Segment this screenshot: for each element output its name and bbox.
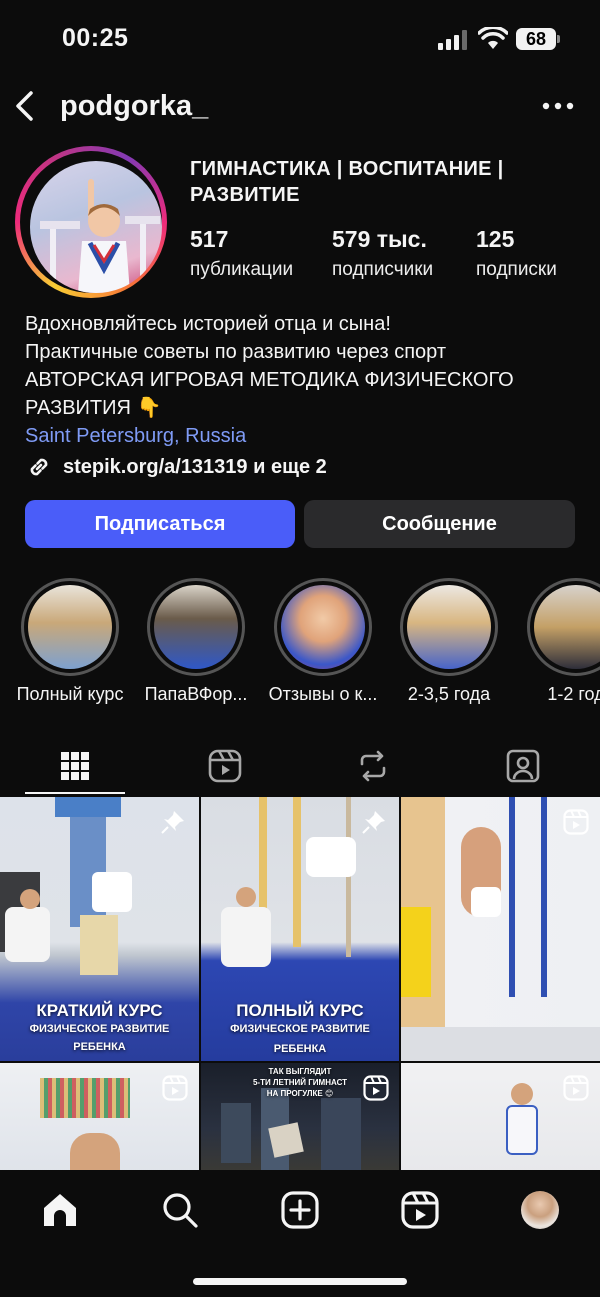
highlight-item[interactable]: 2-3,5 года	[389, 578, 509, 705]
battery-icon: 68	[516, 28, 556, 50]
pin-icon	[161, 811, 184, 834]
bio-line: РАЗВИТИЯ 👇	[25, 397, 162, 419]
post-caption-subtitle: РЕБЕНКА	[73, 1041, 126, 1053]
highlight-item[interactable]: 1-2 год	[516, 578, 600, 705]
highlight-cover	[154, 585, 238, 669]
search-icon	[163, 1193, 198, 1228]
link-icon	[30, 458, 48, 476]
nav-create[interactable]	[278, 1188, 322, 1232]
message-button[interactable]: Сообщение	[304, 500, 575, 548]
nav-search[interactable]	[158, 1188, 202, 1232]
highlight-cover	[534, 585, 600, 669]
bio-line: Вдохновляйтесь историей отца и сына!	[25, 313, 391, 335]
reel-badge-icon	[563, 809, 589, 835]
active-tab-indicator	[25, 792, 125, 794]
highlight-label: Полный курс	[16, 684, 124, 704]
highlight-cover	[407, 585, 491, 669]
highlight-cover	[28, 585, 112, 669]
post-thumbnail[interactable]	[401, 797, 600, 1061]
follow-button[interactable]: Подписаться	[25, 500, 295, 548]
posts-grid: КРАТКИЙ КУРС ФИЗИЧЕСКОЕ РАЗВИТИЕ РЕБЕНКА…	[0, 797, 600, 1170]
highlight-cover	[281, 585, 365, 669]
stat-followers[interactable]: 579 тыс. подписчики	[332, 226, 433, 281]
tab-posts-grid[interactable]	[0, 738, 150, 794]
profile-avatar[interactable]	[30, 161, 162, 293]
profile-link-text[interactable]: stepik.org/a/131319 и еще 2	[63, 456, 327, 479]
profile-link[interactable]: stepik.org/a/131319 и еще 2	[25, 452, 327, 482]
reel-badge-icon	[363, 1075, 389, 1101]
highlight-label: 2-3,5 года	[407, 684, 491, 704]
tab-reposts[interactable]	[298, 738, 448, 794]
post-caption-subtitle: ФИЗИЧЕСКОЕ РАЗВИТИЕ	[230, 1023, 370, 1035]
stat-followers-count: 579 тыс.	[332, 226, 427, 252]
reels-icon	[401, 1191, 439, 1229]
bio-line: АВТОРСКАЯ ИГРОВАЯ МЕТОДИКА ФИЗИЧЕСКОГО	[25, 369, 514, 391]
profile-avatar-small	[521, 1191, 559, 1229]
add-post-icon	[281, 1191, 319, 1229]
home-icon	[44, 1194, 76, 1226]
nav-home[interactable]	[38, 1188, 82, 1232]
pin-icon	[362, 811, 385, 834]
stat-following-label: подписки	[476, 259, 557, 280]
post-caption-title: КРАТКИЙ КУРС	[36, 1001, 163, 1020]
highlight-label: Отзывы о к...	[268, 684, 378, 704]
home-indicator	[193, 1278, 407, 1285]
cellular-signal-icon	[438, 30, 467, 50]
battery-tip	[557, 35, 560, 43]
story-ring[interactable]	[15, 146, 167, 298]
highlight-item[interactable]: ПапаВФор...	[136, 578, 256, 705]
post-thumbnail[interactable]: ТАК ВЫГЛЯДИТ 5-ТИ ЛЕТНИЙ ГИМНАСТ НА ПРОГ…	[201, 1063, 399, 1170]
back-arrow-icon[interactable]	[10, 88, 40, 124]
tagged-person-icon	[506, 749, 540, 783]
stat-following[interactable]: 125 подписки	[476, 226, 557, 281]
more-options-icon[interactable]	[540, 96, 576, 116]
grid-icon	[61, 752, 89, 780]
post-thumbnail[interactable]: ПОЛНЫЙ КУРС ФИЗИЧЕСКОЕ РАЗВИТИЕ РЕБЕНКА	[201, 797, 399, 1061]
profile-display-name: ГИМНАСТИКА | ВОСПИТАНИЕ | РАЗВИТИЕ	[190, 158, 504, 206]
profile-username: podgorka_	[60, 90, 209, 122]
stat-posts-label: публикации	[190, 259, 294, 280]
post-caption-subtitle: РЕБЕНКА	[273, 1043, 327, 1055]
highlight-label: ПапаВФор...	[144, 684, 248, 704]
post-thumbnail[interactable]	[401, 1063, 600, 1170]
post-caption-title: ПОЛНЫЙ КУРС	[236, 1001, 364, 1020]
repost-icon	[360, 750, 386, 782]
highlight-item[interactable]: Отзывы о к...	[263, 578, 383, 705]
stat-posts-count: 517	[190, 226, 229, 252]
highlight-label: 1-2 год	[547, 684, 600, 704]
highlight-item[interactable]: Полный курс	[10, 578, 130, 705]
tab-reels[interactable]	[150, 738, 300, 794]
post-caption-subtitle: ФИЗИЧЕСКОЕ РАЗВИТИЕ	[29, 1023, 170, 1035]
tab-tagged[interactable]	[448, 738, 598, 794]
nav-reels[interactable]	[398, 1188, 442, 1232]
stat-followers-label: подписчики	[332, 259, 434, 280]
status-bar: 00:25 68	[0, 0, 600, 80]
bio-line: Практичные советы по развитию через спор…	[25, 341, 447, 363]
post-thumbnail[interactable]: КРАТКИЙ КУРС ФИЗИЧЕСКОЕ РАЗВИТИЕ РЕБЕНКА	[0, 797, 199, 1061]
nav-profile[interactable]	[518, 1188, 562, 1232]
wifi-icon	[478, 27, 508, 49]
post-thumbnail[interactable]	[0, 1063, 199, 1170]
profile-location[interactable]: Saint Petersburg, Russia	[25, 422, 585, 450]
reel-badge-icon	[162, 1075, 188, 1101]
stat-posts[interactable]: 517 публикации	[190, 226, 293, 281]
reel-badge-icon	[563, 1075, 589, 1101]
stat-following-count: 125	[476, 226, 515, 252]
profile-bio: Вдохновляйтесь историей отца и сына! Пра…	[25, 310, 585, 450]
profile-tabs	[0, 738, 600, 796]
status-time: 00:25	[62, 24, 129, 52]
reels-icon	[208, 749, 242, 783]
